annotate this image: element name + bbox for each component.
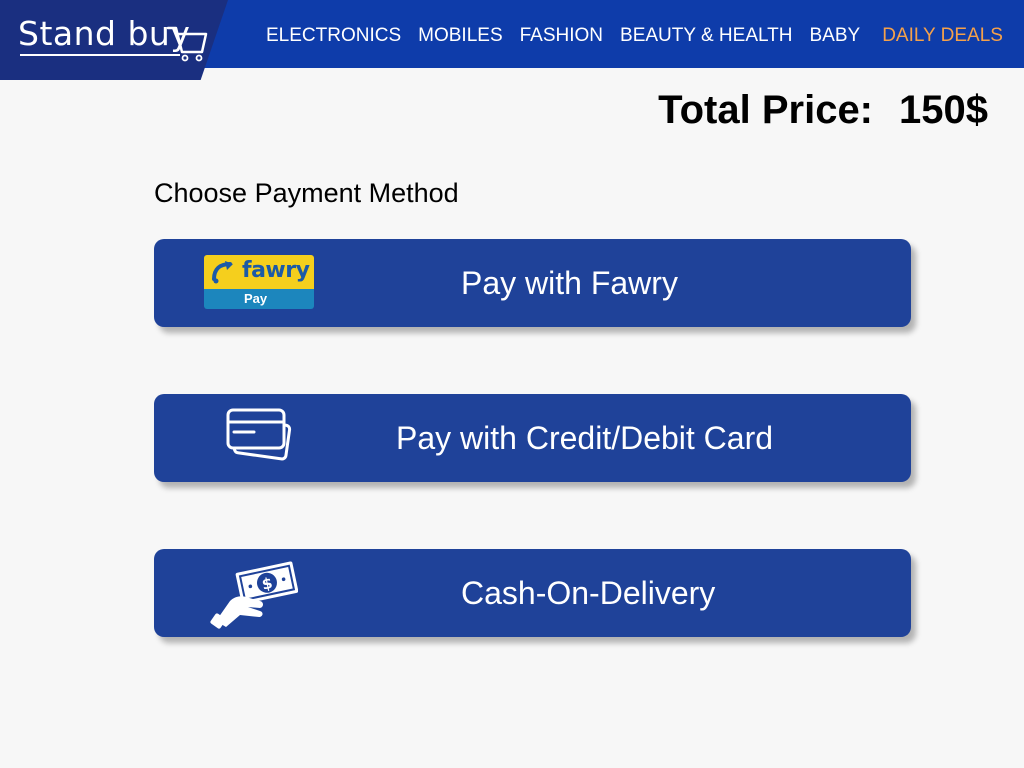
logo-underline [20,54,180,56]
payment-method-heading: Choose Payment Method [154,178,459,208]
nav-fashion[interactable]: FASHION [520,25,603,47]
credit-card-icon [226,408,292,461]
category-nav: ELECTRONICS MOBILES FASHION BEAUTY & HEA… [266,24,1003,48]
cash-on-delivery-label: Cash-On-Delivery [461,575,716,611]
shopping-cart-icon [166,26,208,62]
fawry-logo-word: fawry [242,258,310,283]
fawry-arrow-icon [212,261,233,284]
nav-baby[interactable]: BABY [810,25,861,47]
total-price-label: Total Price: [658,88,874,132]
pay-with-fawry-button[interactable]: fawry Pay Pay with Fawry [154,239,911,327]
nav-electronics[interactable]: ELECTRONICS [266,25,401,47]
pay-with-fawry-label: Pay with Fawry [461,265,678,301]
top-navigation-bar: Stand buy ELECTRONICS MOBILES FASHION BE… [0,0,1024,80]
nav-mobiles[interactable]: MOBILES [418,25,502,47]
cash-hand-icon: $ [210,561,298,629]
nav-daily-deals[interactable]: DAILY DEALS [882,25,1003,47]
pay-with-card-button[interactable]: Pay with Credit/Debit Card [154,394,911,482]
stand-buy-logo[interactable]: Stand buy [18,14,208,64]
nav-beauty-health[interactable]: BEAUTY & HEALTH [620,25,792,47]
fawry-logo-pay: Pay [244,291,268,306]
pay-with-card-label: Pay with Credit/Debit Card [396,420,774,456]
logo-area: Stand buy [0,0,228,80]
cash-on-delivery-button[interactable]: $ Cash-On-Delivery [154,549,911,637]
total-price-value: 150$ [899,88,988,132]
logo-text: Stand buy [18,14,191,53]
total-price: Total Price: 150$ [658,88,988,133]
fawry-pay-logo: fawry Pay [204,255,314,309]
